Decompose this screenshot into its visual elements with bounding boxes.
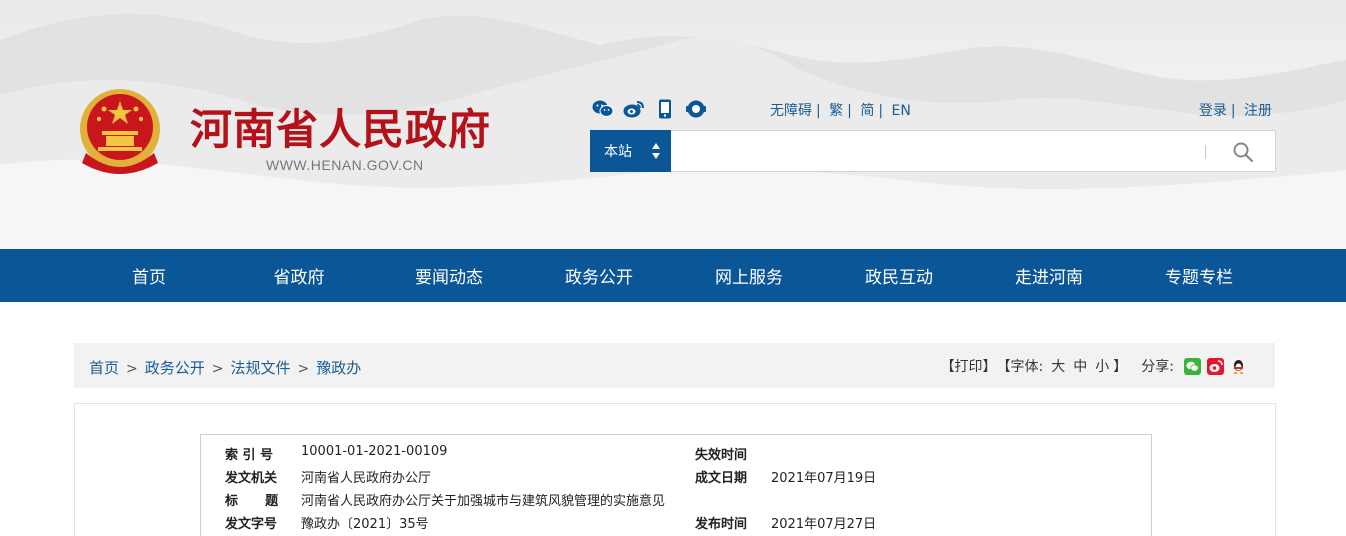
issuer-value: 河南省人民政府办公厅 — [301, 471, 432, 486]
font-size-label: 【字体: — [996, 359, 1044, 375]
breadcrumb-government-affairs[interactable]: 政务公开 — [145, 359, 205, 377]
publish-date-label: 发布时间 — [695, 517, 748, 532]
qq-share-icon[interactable] — [1230, 357, 1247, 375]
font-medium-button[interactable]: 中 — [1073, 356, 1087, 376]
written-date-value: 2021年07月19日 — [771, 471, 877, 486]
index-label: 索 引 号 — [225, 448, 274, 463]
sort-arrows-icon — [652, 143, 660, 159]
breadcrumb-regulations[interactable]: 法规文件 — [231, 359, 291, 377]
metadata-row: 索 引 号 10001-01-2021-00109 失效时间 — [201, 444, 1151, 467]
breadcrumb-separator: > — [211, 361, 224, 377]
issuer-label: 发文机关 — [225, 471, 278, 486]
nav-item-home[interactable]: 首页 — [74, 249, 224, 302]
document-number-label: 发文字号 — [225, 517, 278, 532]
site-url: WWW.HENAN.GOV.CN — [266, 157, 424, 173]
nav-item-about-henan[interactable]: 走进河南 — [974, 249, 1124, 302]
national-emblem-logo — [80, 89, 160, 174]
publish-date-value: 2021年07月27日 — [771, 517, 877, 532]
print-button[interactable]: 【打印】 — [941, 356, 997, 376]
site-header: 河南省人民政府 WWW.HENAN.GOV.CN 无障碍 | 繁 | 简 | EN 登… — [0, 0, 1346, 249]
accessibility-link[interactable]: 无障碍 — [770, 103, 812, 119]
search-divider — [1205, 145, 1206, 159]
breadcrumb-separator: > — [126, 361, 138, 377]
traditional-chinese-link[interactable]: 繁 — [829, 103, 843, 119]
written-date-label: 成文日期 — [695, 471, 748, 486]
weibo-share-icon[interactable] — [1207, 357, 1224, 375]
title-value: 河南省人民政府办公厅关于加强城市与建筑风貌管理的实施意见 — [301, 494, 666, 509]
document-number-value: 豫政办〔2021〕35号 — [301, 517, 429, 532]
login-link[interactable]: 登录 — [1199, 103, 1227, 119]
social-icons — [592, 98, 707, 120]
page-tools: 【打印】 【字体: 大 中 小 】 分享: — [941, 356, 1247, 376]
title-label: 标 题 — [225, 494, 279, 509]
font-small-button[interactable]: 小 — [1095, 356, 1109, 376]
wechat-share-icon[interactable] — [1184, 357, 1201, 375]
nav-item-government-affairs[interactable]: 政务公开 — [524, 249, 674, 302]
simplified-chinese-link[interactable]: 简 — [860, 103, 874, 119]
nav-item-news[interactable]: 要闻动态 — [374, 249, 524, 302]
share-label: 分享: — [1141, 359, 1174, 375]
wechat-icon[interactable] — [592, 98, 614, 120]
nav-item-interaction[interactable]: 政民互动 — [824, 249, 974, 302]
breadcrumb-yuzhengban[interactable]: 豫政办 — [316, 359, 361, 377]
separator: | — [1230, 103, 1236, 119]
language-links: 无障碍 | 繁 | 简 | EN — [770, 100, 911, 120]
breadcrumb-bar: 首页 > 政务公开 > 法规文件 > 豫政办 【打印】 【字体: 大 中 小 】 分享: — [74, 343, 1275, 388]
metadata-row: 发文字号 豫政办〔2021〕35号 发布时间 2021年07月27日 — [201, 513, 1151, 536]
index-value: 10001-01-2021-00109 — [301, 444, 448, 459]
register-link[interactable]: 注册 — [1244, 103, 1272, 119]
breadcrumb: 首页 > 政务公开 > 法规文件 > 豫政办 — [89, 357, 361, 378]
separator: | — [878, 103, 884, 119]
account-links: 登录 | 注册 — [1199, 100, 1272, 120]
breadcrumb-separator: > — [297, 361, 310, 377]
font-large-button[interactable]: 大 — [1051, 356, 1065, 376]
search-input[interactable] — [671, 131, 1201, 171]
metadata-row: 标 题 河南省人民政府办公厅关于加强城市与建筑风貌管理的实施意见 — [201, 490, 1151, 513]
search-bar: 本站 — [590, 130, 1276, 172]
search-scope-select[interactable]: 本站 — [590, 130, 671, 172]
mobile-icon[interactable] — [654, 98, 676, 120]
nav-item-online-services[interactable]: 网上服务 — [674, 249, 824, 302]
separator: | — [847, 103, 852, 119]
separator: | — [816, 103, 821, 119]
nav-item-provincial-government[interactable]: 省政府 — [224, 249, 374, 302]
site-title: 河南省人民政府 — [190, 105, 492, 154]
weibo-icon[interactable] — [623, 98, 645, 120]
document-metadata-table: 索 引 号 10001-01-2021-00109 失效时间 发文机关 河南省人… — [200, 434, 1152, 536]
metadata-row: 发文机关 河南省人民政府办公厅 成文日期 2021年07月19日 — [201, 467, 1151, 490]
article-container: 索 引 号 10001-01-2021-00109 失效时间 发文机关 河南省人… — [74, 403, 1276, 536]
expire-label: 失效时间 — [695, 448, 748, 463]
share-icons — [1184, 357, 1247, 375]
search-icon[interactable] — [1231, 140, 1255, 164]
breadcrumb-home[interactable]: 首页 — [89, 359, 119, 377]
search-scope-label: 本站 — [604, 144, 632, 160]
nav-item-special-topics[interactable]: 专题专栏 — [1124, 249, 1274, 302]
english-link[interactable]: EN — [892, 103, 911, 119]
main-nav: 首页 省政府 要闻动态 政务公开 网上服务 政民互动 走进河南 专题专栏 — [0, 249, 1346, 302]
font-size-close: 】 — [1113, 359, 1128, 375]
service-icon[interactable] — [685, 98, 707, 120]
